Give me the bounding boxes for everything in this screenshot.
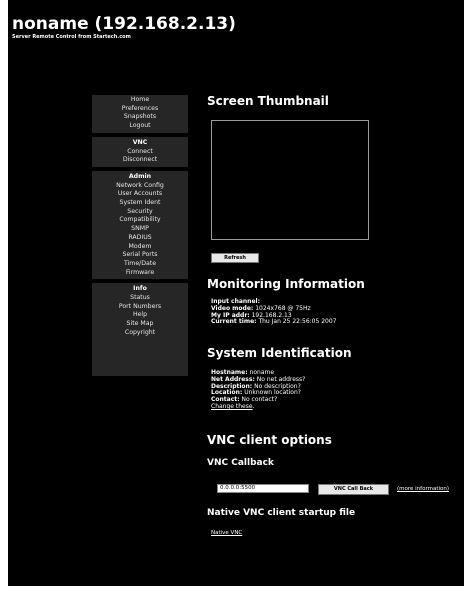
sidebar-heading-admin: Admin xyxy=(128,172,152,180)
browser-viewport: noname (192.168.2.13) Server Remote Cont… xyxy=(8,0,464,586)
screen-thumbnail-image[interactable] xyxy=(211,120,369,240)
sidebar-divider xyxy=(92,279,188,284)
more-information-wrapper: (more information) xyxy=(397,486,449,493)
sidebar-item-snapshots[interactable]: Snapshots xyxy=(92,113,188,122)
sidebar-item-user-accounts[interactable]: User Accounts xyxy=(92,190,188,199)
refresh-button[interactable]: Refresh xyxy=(211,253,259,263)
sidebar-item-serial-ports[interactable]: Serial Ports xyxy=(92,251,188,260)
sidebar-item-system-ident[interactable]: System Ident xyxy=(92,199,188,208)
sidebar-item-home[interactable]: Home xyxy=(92,96,188,105)
sidebar-heading-vnc: VNC xyxy=(132,138,148,146)
sidebar-item-copyright[interactable]: Copyright xyxy=(92,329,188,338)
sidebar-item-radius[interactable]: RADIUS xyxy=(92,234,188,243)
sidebar-divider xyxy=(92,166,188,171)
current-time-label: Current time: xyxy=(211,318,257,326)
sidebar-item-security[interactable]: Security xyxy=(92,208,188,217)
vnc-callback-heading: VNC Callback xyxy=(207,458,274,468)
monitoring-heading: Monitoring Information xyxy=(207,277,365,291)
more-information-link[interactable]: (more information) xyxy=(397,486,449,492)
system-identification-heading: System Identification xyxy=(207,346,352,360)
native-vnc-link[interactable]: Native VNC xyxy=(211,530,242,536)
sidebar-item-network-config[interactable]: Network Config xyxy=(92,182,188,191)
page-title: noname (192.168.2.13) xyxy=(12,14,236,34)
vnc-callback-address-input[interactable] xyxy=(217,484,309,493)
sidebar-item-disconnect[interactable]: Disconnect xyxy=(92,156,188,165)
sidebar-divider xyxy=(92,132,188,137)
sidebar-heading-info: Info xyxy=(133,285,147,293)
native-vnc-wrapper: Native VNC xyxy=(211,530,242,537)
vnc-client-options-heading: VNC client options xyxy=(207,433,332,447)
sidebar-item-snmp[interactable]: SNMP xyxy=(92,225,188,234)
sidebar-item-help[interactable]: Help xyxy=(92,311,188,320)
sidebar-nav: Home Preferences Snapshots Logout VNC Co… xyxy=(92,95,188,376)
identification-details: Hostname: noname Net Address: No net add… xyxy=(211,369,305,411)
sidebar-item-modem[interactable]: Modem xyxy=(92,243,188,252)
change-these-suffix: . xyxy=(252,402,255,410)
current-time-value: Thu Jan 25 22:56:05 2007 xyxy=(258,318,337,326)
sidebar-item-compatibility[interactable]: Compatibility xyxy=(92,216,188,225)
sidebar-item-preferences[interactable]: Preferences xyxy=(92,105,188,114)
sidebar-item-time-date[interactable]: Time/Date xyxy=(92,260,188,269)
sidebar-item-firmware[interactable]: Firmware xyxy=(92,269,188,278)
vnc-call-back-button[interactable]: VNC Call Back xyxy=(318,484,389,495)
sidebar-item-site-map[interactable]: Site Map xyxy=(92,320,188,329)
page-subtitle: Server Remote Control from Startech.com xyxy=(12,34,131,40)
sidebar-item-connect[interactable]: Connect xyxy=(92,148,188,157)
monitoring-details: Input channel: Video mode: 1024x768 @ 75… xyxy=(211,298,337,326)
change-these-link[interactable]: Change these xyxy=(211,403,253,410)
native-vnc-startup-heading: Native VNC client startup file xyxy=(207,508,356,518)
sidebar-item-status[interactable]: Status xyxy=(92,294,188,303)
screen-thumbnail-heading: Screen Thumbnail xyxy=(207,94,329,108)
sidebar-item-port-numbers[interactable]: Port Numbers xyxy=(92,303,188,312)
sidebar-item-logout[interactable]: Logout xyxy=(92,122,188,131)
